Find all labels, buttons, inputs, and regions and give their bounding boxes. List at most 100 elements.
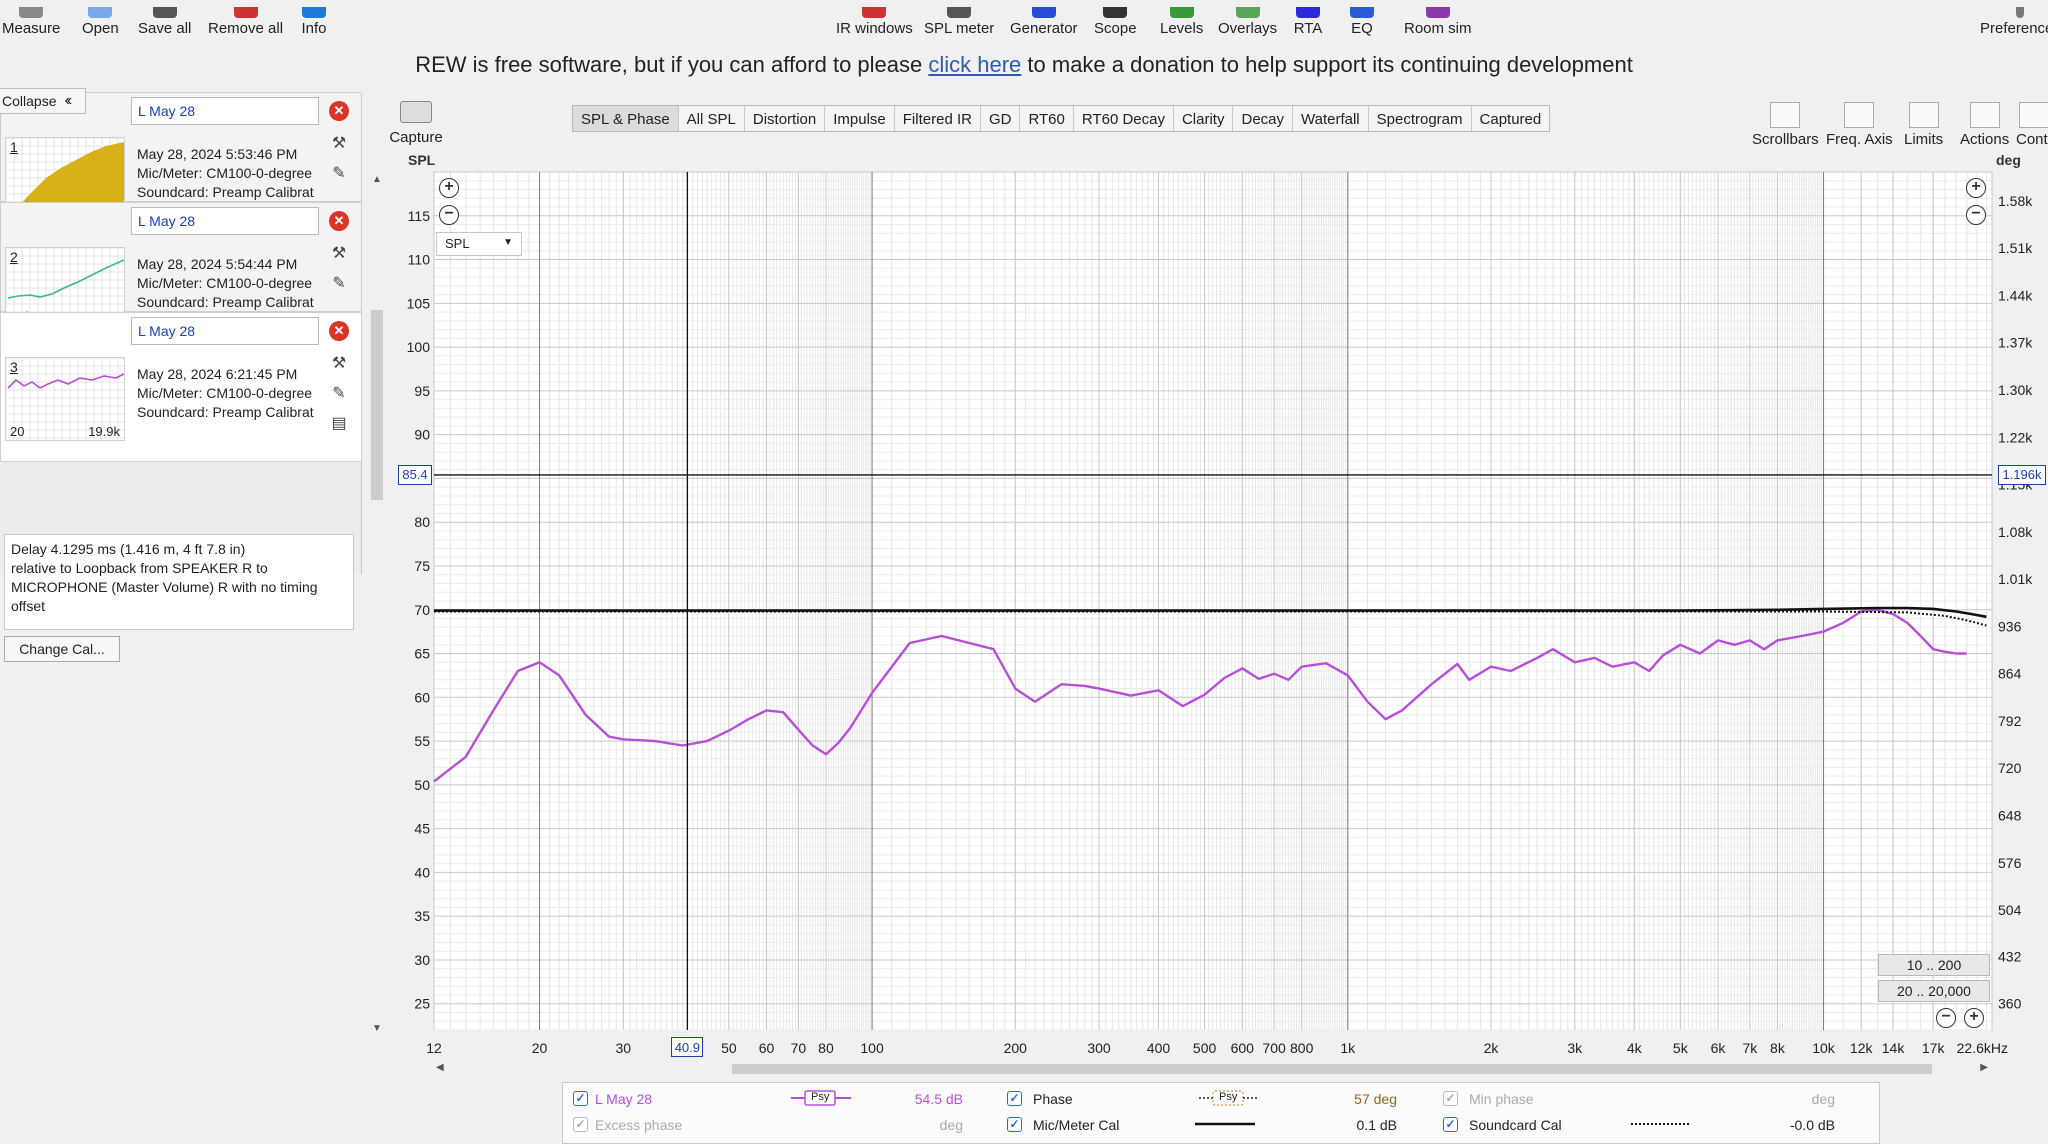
- dropdown-arrow-icon: ▼: [503, 237, 513, 248]
- x-tick-label: 400: [1147, 1040, 1171, 1056]
- y-tick-label: 95: [414, 383, 430, 399]
- tab-distortion[interactable]: Distortion: [745, 106, 826, 131]
- scrollbars-button[interactable]: Scrollbars: [1752, 92, 1819, 148]
- tab-spl-phase[interactable]: SPL & Phase: [573, 106, 679, 131]
- spl-meter-button[interactable]: SPL meter: [924, 0, 994, 40]
- spl-meter-label: SPL meter: [924, 20, 995, 37]
- rta-icon: [1290, 5, 1326, 18]
- y-tick-label: 30: [414, 952, 430, 968]
- info-label: Info: [301, 20, 327, 37]
- rta-label: RTA: [1293, 20, 1323, 37]
- measurement-item[interactable]: L May 28✕22019.9May 28, 2024 5:54:44 PMM…: [0, 202, 362, 331]
- graph-scrollbar-thumb[interactable]: [732, 1064, 1932, 1074]
- remove-measurement-icon[interactable]: ✕: [329, 211, 349, 231]
- scope-icon: [1097, 5, 1133, 18]
- open-button[interactable]: Open: [82, 0, 119, 40]
- zoom-in-y2-icon[interactable]: +: [1966, 178, 1986, 198]
- generator-button[interactable]: Generator: [1010, 0, 1078, 40]
- y2-tick-label: 792: [1998, 713, 2022, 729]
- measurement-mic: Mic/Meter: CM100-0-degree: [137, 275, 313, 291]
- x-tick-label: 10k: [1812, 1040, 1836, 1056]
- tab-waterfall[interactable]: Waterfall: [1293, 106, 1369, 131]
- room-sim-button[interactable]: Room sim: [1404, 0, 1472, 40]
- measurement-item[interactable]: L May 28 ✕ 3 20 19.9k May 28, 2024 6:21:45 PM…: [0, 312, 362, 462]
- range-10-200-button[interactable]: 10 .. 200: [1878, 954, 1990, 976]
- donation-text-before: REW is free software, but if you can aff…: [415, 52, 929, 77]
- edit-notes-icon[interactable]: ✎: [329, 383, 349, 402]
- measurement-tools-icon[interactable]: ⚒: [329, 353, 349, 372]
- cursor-x-readout: 40.9: [671, 1037, 704, 1057]
- change-cal-button[interactable]: Change Cal...: [4, 636, 120, 662]
- legend-checkbox[interactable]: ✓: [1443, 1117, 1458, 1132]
- freq-axis-button[interactable]: Freq. Axis: [1826, 92, 1893, 148]
- levels-button[interactable]: Levels: [1160, 0, 1203, 40]
- donation-link[interactable]: click here: [928, 52, 1021, 77]
- rta-button[interactable]: RTA: [1290, 0, 1326, 40]
- zoom-out-x-icon[interactable]: −: [1936, 1008, 1956, 1028]
- panel-scrollbar-thumb[interactable]: [371, 310, 383, 500]
- preferences-button[interactable]: Preferences: [1980, 0, 2048, 40]
- tab-rt60-decay[interactable]: RT60 Decay: [1074, 106, 1174, 131]
- graph-dropdown[interactable]: SPL ▼: [436, 232, 522, 256]
- info-button[interactable]: Info: [296, 0, 332, 40]
- legend-checkbox[interactable]: ✓: [1443, 1091, 1458, 1106]
- zoom-out-y2-icon[interactable]: −: [1966, 205, 1986, 225]
- tab-filtered-ir[interactable]: Filtered IR: [895, 106, 981, 131]
- capture-button[interactable]: Capture: [384, 92, 448, 146]
- measurement-name-field[interactable]: L May 28: [131, 317, 319, 345]
- tab-all-spl[interactable]: All SPL: [679, 106, 745, 131]
- measure-button[interactable]: Measure: [2, 0, 60, 40]
- eq-button[interactable]: EQ: [1344, 0, 1380, 40]
- tab-rt60[interactable]: RT60: [1020, 106, 1074, 131]
- remove-measurement-icon[interactable]: ✕: [329, 101, 349, 121]
- ir-windows-icon: [856, 5, 892, 18]
- scroll-up-icon[interactable]: ▲: [370, 174, 384, 185]
- tab-decay[interactable]: Decay: [1233, 106, 1294, 131]
- save-all-button[interactable]: Save all: [138, 0, 191, 40]
- actions-button[interactable]: Actions: [1960, 92, 2009, 148]
- scroll-right-icon[interactable]: ▶: [1980, 1062, 1988, 1073]
- tab-spectrogram[interactable]: Spectrogram: [1369, 106, 1472, 131]
- tab-impulse[interactable]: Impulse: [825, 106, 895, 131]
- y-tick-label: 115: [408, 208, 431, 224]
- panel-scrollbar[interactable]: ▲ ▼: [370, 174, 384, 1034]
- measure-label: Measure: [2, 20, 61, 37]
- remove-all-icon: [228, 5, 264, 18]
- contr-button[interactable]: Contr: [2016, 92, 2048, 148]
- plot-area[interactable]: [433, 171, 1993, 1031]
- y-tick-label: 40: [414, 864, 430, 880]
- tab-clarity[interactable]: Clarity: [1174, 106, 1234, 131]
- measurement-soundcard: Soundcard: Preamp Calibrat: [137, 404, 314, 420]
- eq-label: EQ: [1351, 20, 1373, 37]
- scope-button[interactable]: Scope: [1094, 0, 1137, 40]
- zoom-in-x-icon[interactable]: +: [1964, 1008, 1984, 1028]
- x-tick-label: 70: [791, 1040, 807, 1056]
- measurement-tools-icon[interactable]: ⚒: [329, 243, 349, 262]
- measurement-tools-icon[interactable]: ⚒: [329, 133, 349, 152]
- graph-legend: ✓ L May 28 Psy 54.5 dB ✓ Phase Psy 57 deg ✓ Min p…: [562, 1082, 1880, 1144]
- x-tick-label: 600: [1231, 1040, 1255, 1056]
- measurement-thumbnail[interactable]: 3 20 19.9k: [5, 357, 125, 441]
- remove-measurement-icon[interactable]: ✕: [329, 321, 349, 341]
- range-20-20000-button[interactable]: 20 .. 20,000: [1878, 980, 1990, 1002]
- limits-button[interactable]: Limits: [1904, 92, 1943, 148]
- ir-windows-button[interactable]: IR windows: [836, 0, 913, 40]
- remove-all-button[interactable]: Remove all: [208, 0, 283, 40]
- zoom-out-y-icon[interactable]: −: [439, 205, 459, 225]
- collapse-button[interactable]: Collapse ‹‹: [0, 88, 86, 114]
- tab-captured[interactable]: Captured: [1472, 106, 1550, 131]
- x-tick-label: 30: [616, 1040, 632, 1056]
- zoom-in-y-icon[interactable]: +: [439, 178, 459, 198]
- edit-notes-icon[interactable]: ✎: [329, 163, 349, 182]
- x-tick-label: 14k: [1882, 1040, 1906, 1056]
- graph-horizontal-scrollbar[interactable]: ◀ ▶: [432, 1062, 1992, 1076]
- measurement-name-field[interactable]: L May 28: [131, 97, 319, 125]
- document-icon[interactable]: ▤: [329, 413, 349, 432]
- measurement-name-field[interactable]: L May 28: [131, 207, 319, 235]
- info-icon: [296, 5, 332, 18]
- tab-gd[interactable]: GD: [981, 106, 1021, 131]
- scroll-left-icon[interactable]: ◀: [436, 1062, 444, 1073]
- edit-notes-icon[interactable]: ✎: [329, 273, 349, 292]
- overlays-button[interactable]: Overlays: [1218, 0, 1277, 40]
- scroll-down-icon[interactable]: ▼: [370, 1023, 384, 1034]
